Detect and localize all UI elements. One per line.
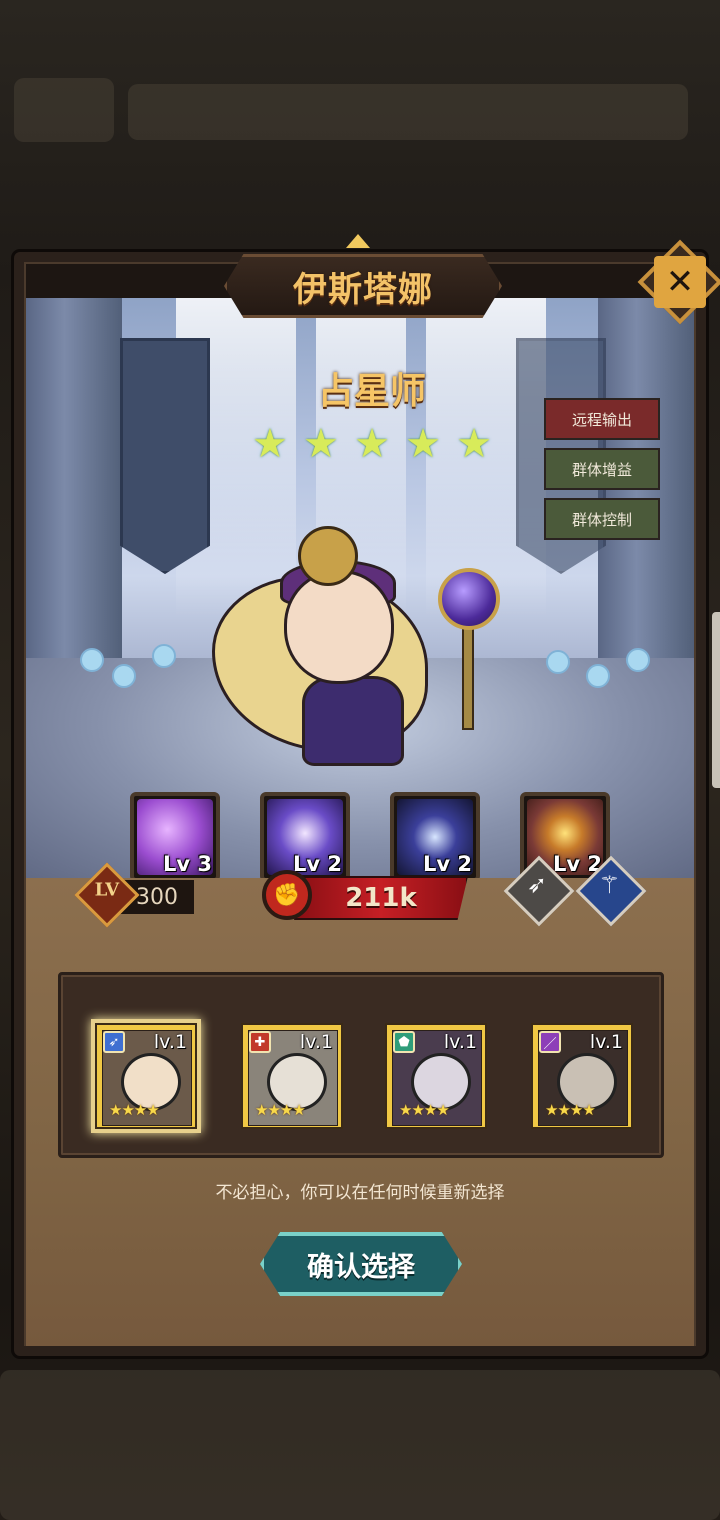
- background-bottom-nav: [0, 1370, 720, 1520]
- hero-face: [284, 570, 394, 684]
- star-icon: ★: [354, 421, 390, 467]
- hero-choice-card-4[interactable]: ／ lv.1 ★★★★: [531, 1023, 633, 1129]
- hero-star-rating: ★ ★ ★ ★ ★: [252, 424, 492, 464]
- flower-decoration: [152, 644, 176, 668]
- role-tag-group-control: 群体控制: [544, 498, 660, 540]
- choice-level: lv.1: [443, 1031, 477, 1053]
- choice-level: lv.1: [299, 1031, 333, 1053]
- side-drawer-handle[interactable]: [712, 612, 720, 788]
- star-icon: ★: [405, 421, 441, 467]
- reselect-hint: 不必担心，你可以在任何时候重新选择: [215, 1183, 505, 1203]
- choice-stars: ★★★★: [545, 1101, 596, 1119]
- hero-sun-ornament: [298, 526, 358, 586]
- role-tag-group-buff: 群体增益: [544, 448, 660, 490]
- hero-showcase-scene: 占星师 ★ ★ ★ ★ ★ 远程输出 群体增益 群体控制 Lv 3 Lv 2 L…: [26, 298, 694, 878]
- hero-choice-card-1[interactable]: ➶ lv.1 ★★★★: [95, 1023, 197, 1129]
- choice-level: lv.1: [153, 1031, 187, 1053]
- choice-stars: ★★★★: [255, 1101, 306, 1119]
- shield-icon: ⬟: [393, 1031, 415, 1053]
- hero-select-dialog: 占星师 ★ ★ ★ ★ ★ 远程输出 群体增益 群体控制 Lv 3 Lv 2 L…: [14, 234, 720, 1356]
- background-avatar: [14, 78, 114, 142]
- close-icon: ✕: [654, 256, 706, 308]
- role-tag-ranged-dps: 远程输出: [544, 398, 660, 440]
- hero-choice-card-2[interactable]: ✚ lv.1 ★★★★: [241, 1023, 343, 1129]
- hero-title: 占星师: [317, 371, 426, 412]
- skill-slot-1[interactable]: Lv 3: [130, 792, 220, 878]
- flower-decoration: [546, 650, 570, 674]
- bow-icon: ➶: [526, 870, 547, 899]
- flower-decoration: [80, 648, 104, 672]
- flower-decoration: [586, 664, 610, 688]
- skill-level: Lv 3: [163, 852, 212, 876]
- choice-stars: ★★★★: [109, 1101, 160, 1119]
- star-icon: ★: [456, 421, 492, 467]
- blade-icon: ／: [539, 1031, 561, 1053]
- hero-name: 伊斯塔娜: [293, 269, 433, 310]
- hero-robe: [302, 676, 404, 766]
- star-icon: ★: [252, 421, 288, 467]
- plus-icon: ✚: [249, 1031, 271, 1053]
- flower-decoration: [112, 664, 136, 688]
- banner-left: [120, 338, 210, 574]
- choice-level: lv.1: [589, 1031, 623, 1053]
- astrolabe-orb: [438, 568, 500, 630]
- fist-icon: ✊: [262, 870, 312, 920]
- indicator-arrow-icon: [346, 234, 370, 248]
- bow-icon: ➶: [103, 1031, 125, 1053]
- hero-character-art: [202, 526, 542, 766]
- power-value: 211k: [294, 876, 468, 920]
- background-top-bar: [128, 84, 688, 140]
- combat-power: 211k ✊: [254, 866, 468, 924]
- star-icon: ★: [303, 421, 339, 467]
- staff-icon: ⚚: [598, 871, 621, 900]
- hero-choice-panel: ➶ lv.1 ★★★★ ✚ lv.1 ★★★★ ⬟ lv.1 ★★★★ ／ lv…: [58, 972, 664, 1158]
- confirm-selection-button[interactable]: 确认选择: [260, 1232, 462, 1296]
- hero-choice-card-3[interactable]: ⬟ lv.1 ★★★★: [385, 1023, 487, 1129]
- flower-decoration: [626, 648, 650, 672]
- hero-name-plate: 伊斯塔娜: [224, 254, 502, 318]
- level-label: LV: [94, 879, 120, 901]
- choice-stars: ★★★★: [399, 1101, 450, 1119]
